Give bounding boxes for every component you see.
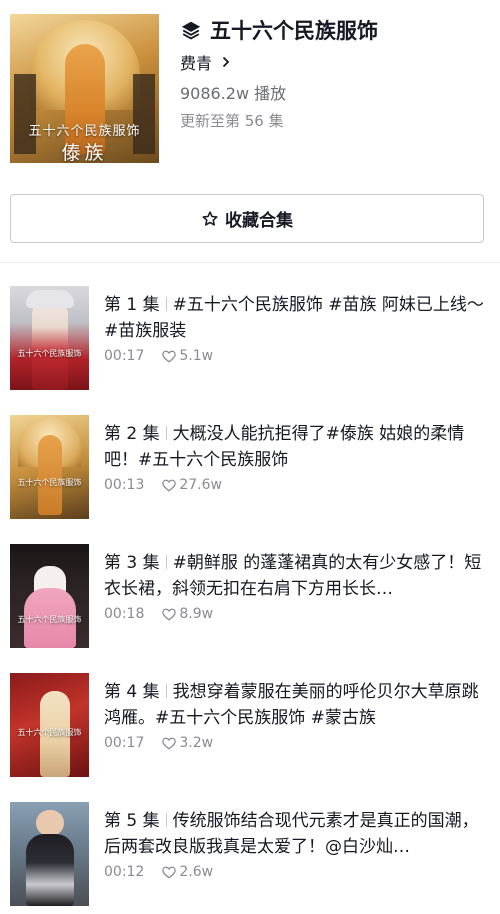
episode-likes: 2.6w xyxy=(179,864,214,880)
cover-caption-ethnic: 傣族 xyxy=(61,142,108,163)
episode-item[interactable]: 五十六个民族服饰 第 4 集我想穿着蒙服在美丽的呼伦贝尔大草原跳鸿雁。#五十六个… xyxy=(0,673,500,777)
heart-outline-icon xyxy=(162,479,177,492)
thumbnail-figure xyxy=(32,300,68,390)
thumbnail-figure xyxy=(38,435,62,515)
episode-thumbnail[interactable]: 五十六个民族服饰 xyxy=(10,415,89,519)
thumbnail-caption: 五十六个民族服饰 xyxy=(17,349,82,358)
collection-title: 五十六个民族服饰 xyxy=(210,19,378,43)
episode-duration: 00:18 xyxy=(104,606,145,622)
episode-meta: 00:18 8.9w xyxy=(104,606,213,622)
episode-duration: 00:12 xyxy=(104,864,145,880)
episode-likes: 27.6w xyxy=(179,477,222,493)
episode-title: 第 2 集大概没人能抗拒得了#傣族 姑娘的柔情吧！#五十六个民族服饰 xyxy=(104,421,488,473)
update-status: 更新至第 56 集 xyxy=(180,112,284,130)
episode-meta: 00:12 2.6w xyxy=(104,864,213,880)
episode-title-text: #五十六个民族服饰 #苗族 阿妹已上线～#苗族服装 xyxy=(104,295,484,341)
episode-number: 第 1 集 xyxy=(104,295,160,315)
title-separator xyxy=(165,813,167,827)
layers-icon xyxy=(181,21,201,40)
episode-duration: 00:17 xyxy=(104,348,145,364)
episode-title: 第 1 集 #五十六个民族服饰 #苗族 阿妹已上线～#苗族服装 xyxy=(104,292,488,344)
episode-thumbnail[interactable]: 五十六个民族服饰 xyxy=(10,286,89,390)
thumbnail-caption: 五十六个民族服饰 xyxy=(17,615,82,624)
heart-outline-icon xyxy=(162,350,177,363)
episode-title: 第 5 集传统服饰结合现代元素才是真正的国潮，后两套改良版我真是太爱了！@白沙灿… xyxy=(104,808,488,860)
episode-likes: 5.1w xyxy=(179,348,214,364)
episode-title-text: #朝鲜服 的蓬蓬裙真的太有少女感了！短衣长裙，斜领无扣在右肩下方用长长… xyxy=(104,553,482,599)
cover-caption: 五十六个民族服饰 xyxy=(28,124,141,139)
episode-thumbnail[interactable]: 五十六个民族服饰 xyxy=(10,544,89,648)
thumbnail-figure-head xyxy=(36,810,64,836)
episode-thumbnail[interactable] xyxy=(10,802,89,906)
episode-number: 第 2 集 xyxy=(104,424,160,444)
episode-thumbnail[interactable]: 五十六个民族服饰 xyxy=(10,673,89,777)
thumbnail-caption: 五十六个民族服饰 xyxy=(17,478,82,487)
play-count: 9086.2w 播放 xyxy=(180,84,287,103)
section-divider xyxy=(0,262,500,263)
episode-item[interactable]: 第 5 集传统服饰结合现代元素才是真正的国潮，后两套改良版我真是太爱了！@白沙灿… xyxy=(0,802,500,906)
episode-likes: 8.9w xyxy=(179,606,214,622)
episode-title: 第 4 集我想穿着蒙服在美丽的呼伦贝尔大草原跳鸿雁。#五十六个民族服饰 #蒙古族 xyxy=(104,679,488,731)
heart-outline-icon xyxy=(162,608,177,621)
collection-cover[interactable]: 五十六个民族服饰 傣族 xyxy=(10,14,159,163)
episode-item[interactable]: 五十六个民族服饰 第 3 集 #朝鲜服 的蓬蓬裙真的太有少女感了！短衣长裙，斜领无… xyxy=(0,544,500,648)
collect-collection-button[interactable]: 收藏合集 xyxy=(10,194,484,243)
title-separator xyxy=(165,684,167,698)
author-link[interactable]: 费青 xyxy=(180,50,232,74)
episode-number: 第 5 集 xyxy=(104,811,160,831)
silver-headdress-decor xyxy=(26,290,74,308)
thumbnail-caption: 五十六个民族服饰 xyxy=(17,728,82,737)
episode-duration: 00:17 xyxy=(104,735,145,751)
collection-title-row: 五十六个民族服饰 xyxy=(180,15,378,45)
episode-item[interactable]: 五十六个民族服饰 第 2 集大概没人能抗拒得了#傣族 姑娘的柔情吧！#五十六个民… xyxy=(0,415,500,519)
episode-title-text: 我想穿着蒙服在美丽的呼伦贝尔大草原跳鸿雁。#五十六个民族服饰 #蒙古族 xyxy=(104,682,479,728)
author-name: 费青 xyxy=(180,54,213,73)
title-separator xyxy=(165,297,167,311)
episode-number: 第 3 集 xyxy=(104,553,160,573)
episode-item[interactable]: 五十六个民族服饰 第 1 集 #五十六个民族服饰 #苗族 阿妹已上线～#苗族服装 … xyxy=(0,286,500,390)
episode-title: 第 3 集 #朝鲜服 的蓬蓬裙真的太有少女感了！短衣长裙，斜领无扣在右肩下方用长长… xyxy=(104,550,488,602)
heart-outline-icon xyxy=(162,737,177,750)
collection-header: 五十六个民族服饰 傣族 五十六个民族服饰 费青 9086.2w 播放 更新至第 … xyxy=(0,0,500,180)
episode-meta: 00:13 27.6w xyxy=(104,477,222,493)
heart-outline-icon xyxy=(162,866,177,879)
title-separator xyxy=(165,555,167,569)
thumbnail-figure-body xyxy=(26,834,74,906)
episode-title-text: 传统服饰结合现代元素才是真正的国潮，后两套改良版我真是太爱了！@白沙灿… xyxy=(104,811,479,857)
chevron-right-icon xyxy=(222,56,230,68)
title-separator xyxy=(165,426,167,440)
collect-button-label: 收藏合集 xyxy=(225,211,293,231)
episode-meta: 00:17 3.2w xyxy=(104,735,213,751)
episode-meta: 00:17 5.1w xyxy=(104,348,213,364)
star-outline-icon xyxy=(202,210,218,226)
episode-duration: 00:13 xyxy=(104,477,145,493)
episode-likes: 3.2w xyxy=(179,735,214,751)
episode-number: 第 4 集 xyxy=(104,682,160,702)
